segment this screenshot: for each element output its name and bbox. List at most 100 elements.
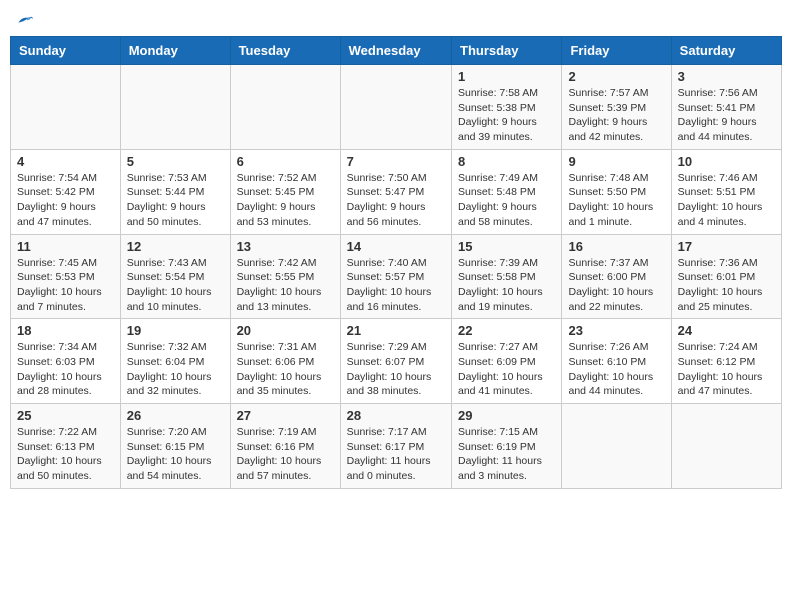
weekday-header-friday: Friday — [562, 37, 671, 65]
calendar-cell: 17 Sunrise: 7:36 AMSunset: 6:01 PMDayligh… — [671, 234, 781, 319]
calendar-cell: 21 Sunrise: 7:29 AMSunset: 6:07 PMDayligh… — [340, 319, 451, 404]
day-info: Sunrise: 7:39 AMSunset: 5:58 PMDaylight:… — [458, 256, 555, 315]
logo-bird-icon — [16, 10, 34, 28]
day-number: 4 — [17, 154, 114, 169]
day-info: Sunrise: 7:31 AMSunset: 6:06 PMDaylight:… — [237, 340, 334, 399]
day-number: 14 — [347, 239, 445, 254]
calendar-cell: 9 Sunrise: 7:48 AMSunset: 5:50 PMDaylight… — [562, 149, 671, 234]
calendar-cell: 29 Sunrise: 7:15 AMSunset: 6:19 PMDayligh… — [452, 404, 562, 489]
day-number: 27 — [237, 408, 334, 423]
day-info: Sunrise: 7:26 AMSunset: 6:10 PMDaylight:… — [568, 340, 664, 399]
day-info: Sunrise: 7:48 AMSunset: 5:50 PMDaylight:… — [568, 171, 664, 230]
calendar-cell: 14 Sunrise: 7:40 AMSunset: 5:57 PMDayligh… — [340, 234, 451, 319]
calendar-cell: 5 Sunrise: 7:53 AMSunset: 5:44 PMDaylight… — [120, 149, 230, 234]
day-info: Sunrise: 7:34 AMSunset: 6:03 PMDaylight:… — [17, 340, 114, 399]
calendar-cell: 11 Sunrise: 7:45 AMSunset: 5:53 PMDayligh… — [11, 234, 121, 319]
day-info: Sunrise: 7:57 AMSunset: 5:39 PMDaylight:… — [568, 86, 664, 145]
day-number: 15 — [458, 239, 555, 254]
day-number: 1 — [458, 69, 555, 84]
day-number: 26 — [127, 408, 224, 423]
calendar-cell: 1 Sunrise: 7:58 AMSunset: 5:38 PMDaylight… — [452, 65, 562, 150]
calendar-cell: 4Sunrise: 7:54 AMSunset: 5:42 PMDaylight… — [11, 149, 121, 234]
calendar-header-row: SundayMondayTuesdayWednesdayThursdayFrid… — [11, 37, 782, 65]
calendar-cell: 26 Sunrise: 7:20 AMSunset: 6:15 PMDayligh… — [120, 404, 230, 489]
day-number: 8 — [458, 154, 555, 169]
day-number: 20 — [237, 323, 334, 338]
calendar-cell — [120, 65, 230, 150]
calendar-cell: 27 Sunrise: 7:19 AMSunset: 6:16 PMDayligh… — [230, 404, 340, 489]
calendar-cell: 13Sunrise: 7:42 AMSunset: 5:55 PMDayligh… — [230, 234, 340, 319]
day-info: Sunrise: 7:36 AMSunset: 6:01 PMDaylight:… — [678, 256, 775, 315]
day-info: Sunrise: 7:37 AMSunset: 6:00 PMDaylight:… — [568, 256, 664, 315]
calendar-week-3: 11 Sunrise: 7:45 AMSunset: 5:53 PMDayligh… — [11, 234, 782, 319]
page-header — [10, 10, 782, 28]
day-number: 12 — [127, 239, 224, 254]
day-number: 29 — [458, 408, 555, 423]
day-number: 28 — [347, 408, 445, 423]
calendar-week-1: 1 Sunrise: 7:58 AMSunset: 5:38 PMDaylight… — [11, 65, 782, 150]
day-number: 24 — [678, 323, 775, 338]
calendar-cell — [671, 404, 781, 489]
calendar-cell: 20 Sunrise: 7:31 AMSunset: 6:06 PMDayligh… — [230, 319, 340, 404]
day-info: Sunrise: 7:46 AMSunset: 5:51 PMDaylight:… — [678, 171, 775, 230]
calendar-table: SundayMondayTuesdayWednesdayThursdayFrid… — [10, 36, 782, 489]
day-info: Sunrise: 7:19 AMSunset: 6:16 PMDaylight:… — [237, 425, 334, 484]
day-number: 2 — [568, 69, 664, 84]
day-number: 5 — [127, 154, 224, 169]
calendar-cell: 24 Sunrise: 7:24 AMSunset: 6:12 PMDayligh… — [671, 319, 781, 404]
day-info: Sunrise: 7:24 AMSunset: 6:12 PMDaylight:… — [678, 340, 775, 399]
logo — [14, 10, 34, 28]
day-info: Sunrise: 7:29 AMSunset: 6:07 PMDaylight:… — [347, 340, 445, 399]
day-number: 7 — [347, 154, 445, 169]
calendar-cell: 22 Sunrise: 7:27 AMSunset: 6:09 PMDayligh… — [452, 319, 562, 404]
calendar-cell: 23 Sunrise: 7:26 AMSunset: 6:10 PMDayligh… — [562, 319, 671, 404]
calendar-cell: 3 Sunrise: 7:56 AMSunset: 5:41 PMDaylight… — [671, 65, 781, 150]
weekday-header-sunday: Sunday — [11, 37, 121, 65]
day-info: Sunrise: 7:20 AMSunset: 6:15 PMDaylight:… — [127, 425, 224, 484]
day-number: 9 — [568, 154, 664, 169]
calendar-cell: 7 Sunrise: 7:50 AMSunset: 5:47 PMDaylight… — [340, 149, 451, 234]
weekday-header-monday: Monday — [120, 37, 230, 65]
calendar-cell: 10 Sunrise: 7:46 AMSunset: 5:51 PMDayligh… — [671, 149, 781, 234]
day-number: 22 — [458, 323, 555, 338]
calendar-cell — [562, 404, 671, 489]
calendar-week-5: 25Sunrise: 7:22 AMSunset: 6:13 PMDayligh… — [11, 404, 782, 489]
calendar-cell: 25Sunrise: 7:22 AMSunset: 6:13 PMDayligh… — [11, 404, 121, 489]
weekday-header-wednesday: Wednesday — [340, 37, 451, 65]
day-number: 21 — [347, 323, 445, 338]
day-number: 18 — [17, 323, 114, 338]
calendar-cell: 18 Sunrise: 7:34 AMSunset: 6:03 PMDayligh… — [11, 319, 121, 404]
day-number: 11 — [17, 239, 114, 254]
calendar-cell: 16Sunrise: 7:37 AMSunset: 6:00 PMDayligh… — [562, 234, 671, 319]
day-info: Sunrise: 7:56 AMSunset: 5:41 PMDaylight:… — [678, 86, 775, 145]
day-info: Sunrise: 7:50 AMSunset: 5:47 PMDaylight:… — [347, 171, 445, 230]
calendar-week-2: 4Sunrise: 7:54 AMSunset: 5:42 PMDaylight… — [11, 149, 782, 234]
day-info: Sunrise: 7:49 AMSunset: 5:48 PMDaylight:… — [458, 171, 555, 230]
day-number: 23 — [568, 323, 664, 338]
weekday-header-tuesday: Tuesday — [230, 37, 340, 65]
day-number: 6 — [237, 154, 334, 169]
calendar-cell: 12 Sunrise: 7:43 AMSunset: 5:54 PMDayligh… — [120, 234, 230, 319]
calendar-cell — [230, 65, 340, 150]
day-info: Sunrise: 7:43 AMSunset: 5:54 PMDaylight:… — [127, 256, 224, 315]
calendar-cell: 2 Sunrise: 7:57 AMSunset: 5:39 PMDaylight… — [562, 65, 671, 150]
day-info: Sunrise: 7:40 AMSunset: 5:57 PMDaylight:… — [347, 256, 445, 315]
day-number: 17 — [678, 239, 775, 254]
day-info: Sunrise: 7:42 AMSunset: 5:55 PMDaylight:… — [237, 256, 334, 315]
day-info: Sunrise: 7:17 AMSunset: 6:17 PMDaylight:… — [347, 425, 445, 484]
day-info: Sunrise: 7:32 AMSunset: 6:04 PMDaylight:… — [127, 340, 224, 399]
calendar-cell: 8 Sunrise: 7:49 AMSunset: 5:48 PMDaylight… — [452, 149, 562, 234]
day-number: 19 — [127, 323, 224, 338]
day-info: Sunrise: 7:53 AMSunset: 5:44 PMDaylight:… — [127, 171, 224, 230]
calendar-cell: 19 Sunrise: 7:32 AMSunset: 6:04 PMDayligh… — [120, 319, 230, 404]
day-info: Sunrise: 7:15 AMSunset: 6:19 PMDaylight:… — [458, 425, 555, 484]
day-info: Sunrise: 7:45 AMSunset: 5:53 PMDaylight:… — [17, 256, 114, 315]
calendar-week-4: 18 Sunrise: 7:34 AMSunset: 6:03 PMDayligh… — [11, 319, 782, 404]
day-info: Sunrise: 7:27 AMSunset: 6:09 PMDaylight:… — [458, 340, 555, 399]
day-number: 3 — [678, 69, 775, 84]
calendar-cell — [11, 65, 121, 150]
calendar-cell: 28 Sunrise: 7:17 AMSunset: 6:17 PMDayligh… — [340, 404, 451, 489]
calendar-cell — [340, 65, 451, 150]
day-info: Sunrise: 7:58 AMSunset: 5:38 PMDaylight:… — [458, 86, 555, 145]
day-number: 10 — [678, 154, 775, 169]
